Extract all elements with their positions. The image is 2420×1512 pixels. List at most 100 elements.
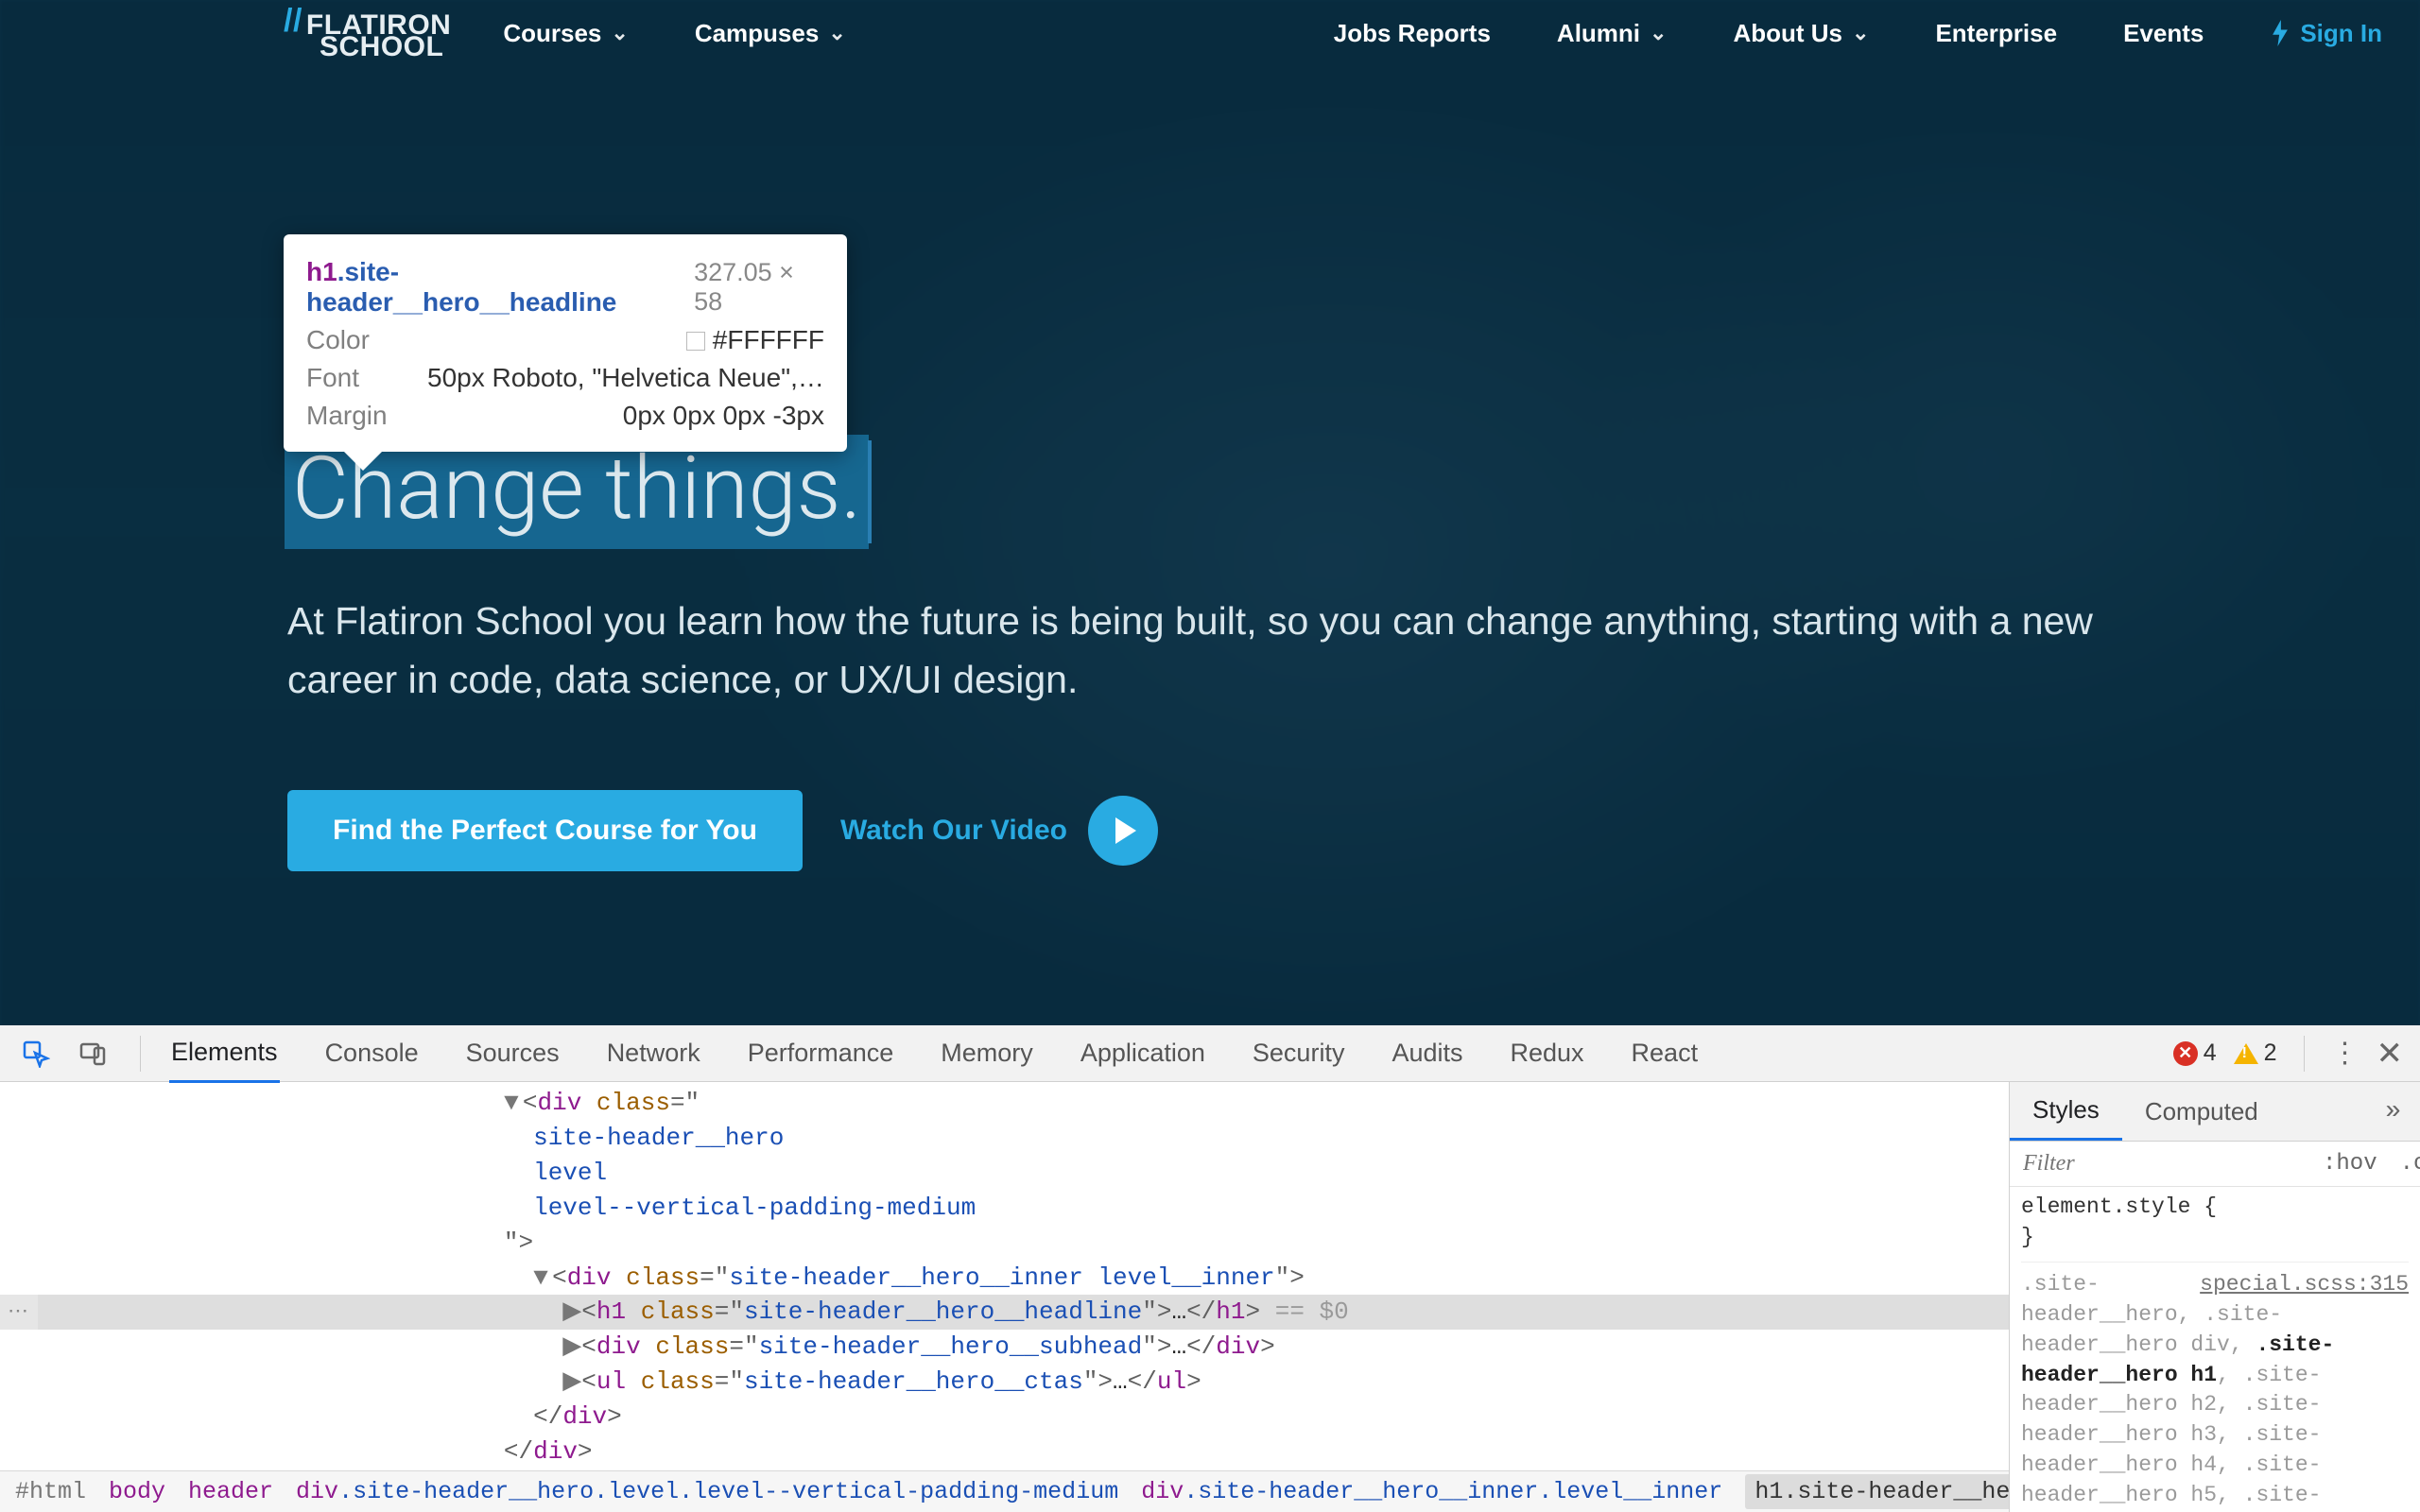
warning-icon [2234,1043,2258,1064]
crumb-body[interactable]: body [109,1478,165,1505]
nav-campuses-label: Campuses [695,19,820,48]
tab-sources[interactable]: Sources [464,1025,562,1081]
tooltip-selector: h1.site-header__hero__headline [306,257,694,318]
dom-line-selected[interactable]: ⋯ ▶<h1 class="site-header__hero__headlin… [0,1295,2009,1330]
tab-memory[interactable]: Memory [939,1025,1035,1081]
styles-filter-input[interactable] [2010,1142,2311,1186]
tab-performance[interactable]: Performance [746,1025,896,1081]
tooltip-tag: h1 [306,257,337,286]
devtools-close-button[interactable]: ✕ [2377,1035,2404,1073]
watch-video-button[interactable]: Watch Our Video [840,796,1158,866]
rule-element-style[interactable]: element.style { } [2021,1193,2409,1263]
crumb-div-inner[interactable]: div.site-header__hero__inner.level__inne… [1141,1478,1722,1505]
dom-line[interactable]: ▶<div class="site-header__hero__subhead"… [0,1330,2009,1365]
rule-source-link[interactable]: special.scss:315 [2200,1270,2409,1300]
devtools-tabs: Elements Console Sources Network Perform… [169,1024,1700,1083]
tab-redux[interactable]: Redux [1509,1025,1586,1081]
devtools-toolbar-right: ✕4 2 ⋮ ✕ [2173,1035,2403,1073]
site-logo[interactable]: //FLATIRON SCHOOL [284,7,451,60]
nav-courses-label: Courses [503,19,601,48]
chevron-down-icon: ⌄ [1852,21,1869,45]
tab-elements[interactable]: Elements [169,1024,280,1083]
tab-network[interactable]: Network [605,1025,702,1081]
styles-filter-bar: :hov .cls ＋ [2010,1142,2420,1187]
tab-console[interactable]: Console [323,1025,421,1081]
tooltip-class: .site-header__hero__headline [306,257,616,317]
find-course-button[interactable]: Find the Perfect Course for You [287,790,803,871]
dom-line[interactable]: level [0,1156,2009,1191]
nav-enterprise[interactable]: Enterprise [1935,19,2057,48]
watch-video-label: Watch Our Video [840,815,1067,847]
bolt-icon [2270,20,2290,46]
styles-tabs: Styles Computed » [2010,1082,2420,1142]
error-count-value: 4 [2204,1040,2217,1067]
rule-open: element.style { [2021,1193,2409,1223]
styles-hov-toggle[interactable]: :hov [2311,1151,2389,1177]
chevron-down-icon: ⌄ [611,21,628,45]
play-triangle-icon [1115,817,1136,844]
styles-tabs-overflow[interactable]: » [2366,1097,2420,1126]
dom-line[interactable]: level--vertical-padding-medium [0,1191,2009,1226]
tab-application[interactable]: Application [1079,1025,1207,1081]
nav-campuses[interactable]: Campuses ⌄ [695,19,846,48]
dom-gutter-dots-icon: ⋯ [0,1295,38,1330]
nav-courses[interactable]: Courses ⌄ [503,19,628,48]
tooltip-margin-value: 0px 0px 0px -3px [623,401,824,431]
tab-audits[interactable]: Audits [1390,1025,1464,1081]
dom-line[interactable]: "> [0,1226,2009,1261]
nav-alumni-label: Alumni [1557,19,1640,48]
styles-sidebar: Styles Computed » :hov .cls ＋ element.st… [2009,1082,2420,1512]
dom-dollar0: == $0 [1260,1297,1349,1326]
nav-right-group: Jobs Reports Alumni ⌄ About Us⌄ Enterpris… [1334,19,2382,48]
nav-jobs-reports[interactable]: Jobs Reports [1334,19,1491,48]
devtools-menu-button[interactable]: ⋮ [2331,1037,2360,1070]
tooltip-color-hex: #FFFFFF [713,325,824,354]
nav-signin[interactable]: Sign In [2270,19,2382,48]
tab-react[interactable]: React [1630,1025,1701,1081]
nav-alumni[interactable]: Alumni ⌄ [1557,19,1668,48]
toggle-device-toolbar-button[interactable] [74,1035,112,1073]
tab-security[interactable]: Security [1251,1025,1347,1081]
crumb-header[interactable]: header [188,1478,273,1505]
rule-special-scss[interactable]: special.scss:315 .site-header__hero, .si… [2021,1270,2409,1512]
styles-rules[interactable]: element.style { } special.scss:315 .site… [2010,1187,2420,1512]
tooltip-color-label: Color [306,325,370,355]
dom-line[interactable]: site-header__hero [0,1121,2009,1156]
dom-tree[interactable]: ▼<div class=" site-header__hero level le… [0,1082,2009,1470]
toolbar-separator [140,1036,141,1072]
dom-line[interactable]: ▼<div class=" [0,1086,2009,1121]
chevron-down-icon: ⌄ [828,21,845,45]
chevron-down-icon: ⌄ [1650,21,1667,45]
nav-about-us[interactable]: About Us⌄ [1733,19,1869,48]
inspector-tooltip: h1.site-header__hero__headline 327.05 × … [284,234,847,452]
nav-events-label: Events [2123,19,2204,48]
rule-close: } [2021,1223,2409,1253]
nav-signin-label: Sign In [2300,19,2382,48]
crumb-div-hero[interactable]: div.site-header__hero.level.level--verti… [296,1478,1118,1505]
styles-tab-computed[interactable]: Computed [2122,1084,2281,1140]
warning-count[interactable]: 2 [2234,1040,2277,1067]
logo-slashes-icon: // [284,3,302,39]
dom-breadcrumbs: #html body header div.site-header__hero.… [0,1470,2009,1512]
tooltip-margin-label: Margin [306,401,388,431]
inspect-element-button[interactable] [17,1035,55,1073]
nav-events[interactable]: Events [2123,19,2204,48]
dom-line[interactable]: ▼<div class="site-header__hero__inner le… [0,1261,2009,1296]
dom-line[interactable]: </div> [0,1435,2009,1469]
dom-line[interactable]: ▶<ul class="site-header__hero__ctas">…</… [0,1365,2009,1400]
devtools-body: ▼<div class=" site-header__hero level le… [0,1082,2420,1512]
error-count[interactable]: ✕4 [2173,1040,2217,1067]
toolbar-separator [2304,1036,2305,1072]
crumb-h1-headline[interactable]: h1.site-header__hero__headline [1745,1474,2009,1509]
styles-cls-toggle[interactable]: .cls [2389,1151,2420,1177]
hero-ctas: Find the Perfect Course for You Watch Ou… [287,790,2420,871]
hero-subhead: At Flatiron School you learn how the fut… [287,593,2150,709]
crumb-html[interactable]: #html [15,1478,86,1505]
color-swatch-icon [686,332,705,351]
tooltip-font-value: 50px Roboto, "Helvetica Neue", Helveti… [427,363,824,393]
devtools-toolbar: Elements Console Sources Network Perform… [0,1025,2420,1082]
styles-tab-styles[interactable]: Styles [2010,1082,2122,1141]
nav-jobs-reports-label: Jobs Reports [1334,19,1491,48]
dom-line[interactable]: </div> [0,1400,2009,1435]
logo-line2: SCHOOL [320,34,451,60]
